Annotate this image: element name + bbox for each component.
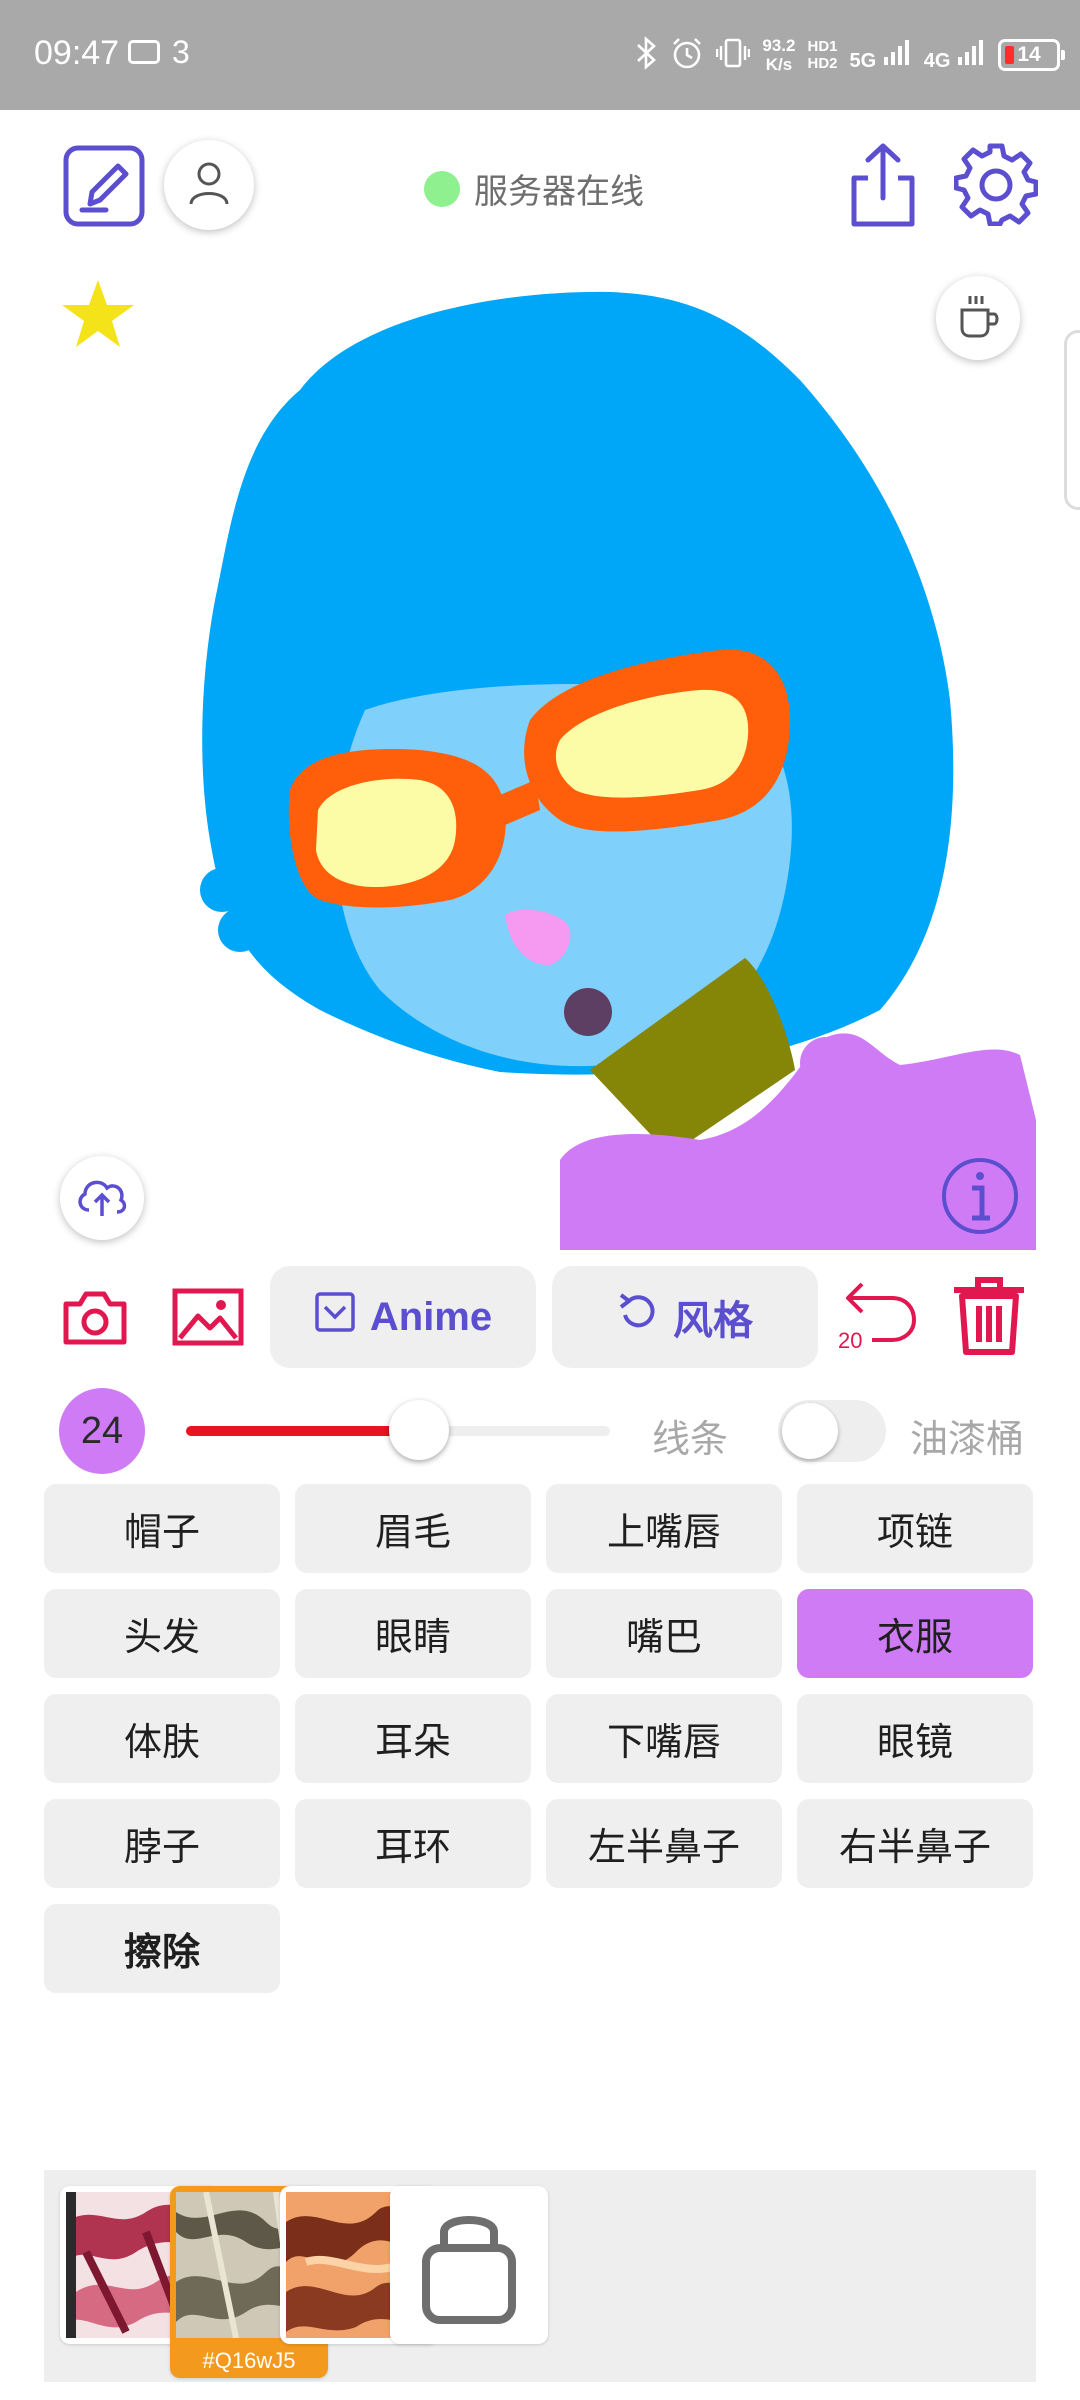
bag-icon bbox=[396, 2216, 542, 2342]
settings-button[interactable] bbox=[953, 142, 1039, 230]
side-drawer-handle[interactable] bbox=[1064, 330, 1080, 510]
signal-5g: 5G bbox=[850, 37, 912, 73]
model-button[interactable]: Anime bbox=[270, 1266, 536, 1368]
brush-size-slider-thumb[interactable] bbox=[389, 1400, 449, 1460]
part-button[interactable]: 衣服 bbox=[797, 1589, 1033, 1678]
status-icons: 93.2 K/s HD1 HD2 5G 4G 14 bbox=[634, 28, 1065, 82]
fill-mode-toggle-knob bbox=[782, 1403, 838, 1459]
edit-icon bbox=[62, 144, 146, 232]
bluetooth-icon bbox=[634, 35, 658, 75]
server-status: 服务器在线 bbox=[424, 164, 644, 213]
network-speed: 93.2 K/s bbox=[762, 36, 796, 74]
style-button[interactable]: 风格 bbox=[552, 1266, 818, 1368]
fill-mode-toggle[interactable] bbox=[778, 1400, 886, 1462]
settings-icon bbox=[953, 142, 1039, 230]
line-mode-label: 线条 bbox=[652, 1417, 729, 1461]
alarm-icon bbox=[670, 36, 704, 75]
dropdown-box-icon bbox=[314, 1291, 356, 1343]
drawing-canvas[interactable] bbox=[0, 250, 1080, 1250]
part-button[interactable]: 上嘴唇 bbox=[546, 1484, 782, 1573]
hd-indicator: HD1 HD2 bbox=[807, 38, 838, 72]
part-button[interactable]: 耳环 bbox=[295, 1799, 531, 1888]
result-thumbnail-bar: #Q16wJ5 bbox=[44, 2170, 1036, 2382]
sketch-drawing bbox=[200, 291, 1036, 1250]
part-button[interactable]: 项链 bbox=[797, 1484, 1033, 1573]
message-count: 3 bbox=[172, 34, 190, 70]
part-button[interactable]: 右半鼻子 bbox=[797, 1799, 1033, 1888]
part-button[interactable]: 帽子 bbox=[44, 1484, 280, 1573]
part-button[interactable]: 眼睛 bbox=[295, 1589, 531, 1678]
share-button[interactable] bbox=[846, 142, 920, 232]
upload-button[interactable] bbox=[60, 1156, 144, 1240]
star-icon[interactable] bbox=[60, 278, 136, 354]
account-button[interactable] bbox=[164, 140, 254, 230]
coffee-icon bbox=[954, 292, 1002, 344]
status-time: 09:47 bbox=[34, 34, 120, 72]
share-icon bbox=[846, 140, 920, 234]
part-button[interactable]: 下嘴唇 bbox=[546, 1694, 782, 1783]
rotate-icon bbox=[617, 1291, 659, 1343]
bucket-mode-label: 油漆桶 bbox=[910, 1417, 1025, 1461]
tool-row: Anime 风格 20 bbox=[0, 1262, 1080, 1372]
part-button[interactable]: 擦除 bbox=[44, 1904, 280, 1993]
vibrate-icon bbox=[716, 36, 751, 75]
trash-icon[interactable] bbox=[950, 1276, 1028, 1360]
server-status-dot bbox=[424, 170, 460, 207]
user-icon bbox=[186, 160, 232, 210]
edit-button[interactable] bbox=[62, 144, 146, 232]
part-button[interactable]: 嘴巴 bbox=[546, 1589, 782, 1678]
brush-size-slider-fill bbox=[186, 1426, 419, 1436]
part-button[interactable]: 体肤 bbox=[44, 1694, 280, 1783]
brush-size-slider[interactable] bbox=[186, 1400, 610, 1460]
style-label: 风格 bbox=[673, 1299, 753, 1343]
message-icon bbox=[128, 40, 160, 64]
signal-4g: 4G bbox=[924, 37, 986, 73]
part-button[interactable]: 眉毛 bbox=[295, 1484, 531, 1573]
shop-button[interactable] bbox=[390, 2186, 548, 2344]
battery-indicator: 14 bbox=[998, 39, 1065, 71]
status-bar: 09:47 3 93.2 K/s HD1 HD2 5G 4G 14 bbox=[0, 0, 1080, 110]
part-button[interactable]: 头发 bbox=[44, 1589, 280, 1678]
camera-icon[interactable] bbox=[62, 1288, 128, 1350]
model-label: Anime bbox=[369, 1294, 493, 1339]
part-button[interactable]: 左半鼻子 bbox=[546, 1799, 782, 1888]
brush-size-row: 24 线条 油漆桶 bbox=[0, 1386, 1080, 1476]
part-selector-grid: 帽子 眉毛 上嘴唇 项链头发 眼睛 嘴巴 衣服体肤 耳朵 下嘴唇 眼镜脖子 耳环 左半鼻子 右半鼻子擦除 bbox=[44, 1484, 1036, 1993]
undo-count: 20 bbox=[838, 1328, 863, 1353]
part-button[interactable]: 脖子 bbox=[44, 1799, 280, 1888]
part-button[interactable]: 耳朵 bbox=[295, 1694, 531, 1783]
info-icon[interactable] bbox=[940, 1156, 1020, 1240]
result-caption: #Q16wJ5 bbox=[202, 2348, 296, 2373]
brush-size-badge: 24 bbox=[59, 1388, 145, 1474]
coffee-button[interactable] bbox=[936, 276, 1020, 360]
image-icon[interactable] bbox=[172, 1288, 244, 1350]
part-button[interactable]: 眼镜 bbox=[797, 1694, 1033, 1783]
upload-cloud-icon bbox=[75, 1174, 129, 1222]
server-status-label: 服务器在线 bbox=[474, 172, 644, 212]
